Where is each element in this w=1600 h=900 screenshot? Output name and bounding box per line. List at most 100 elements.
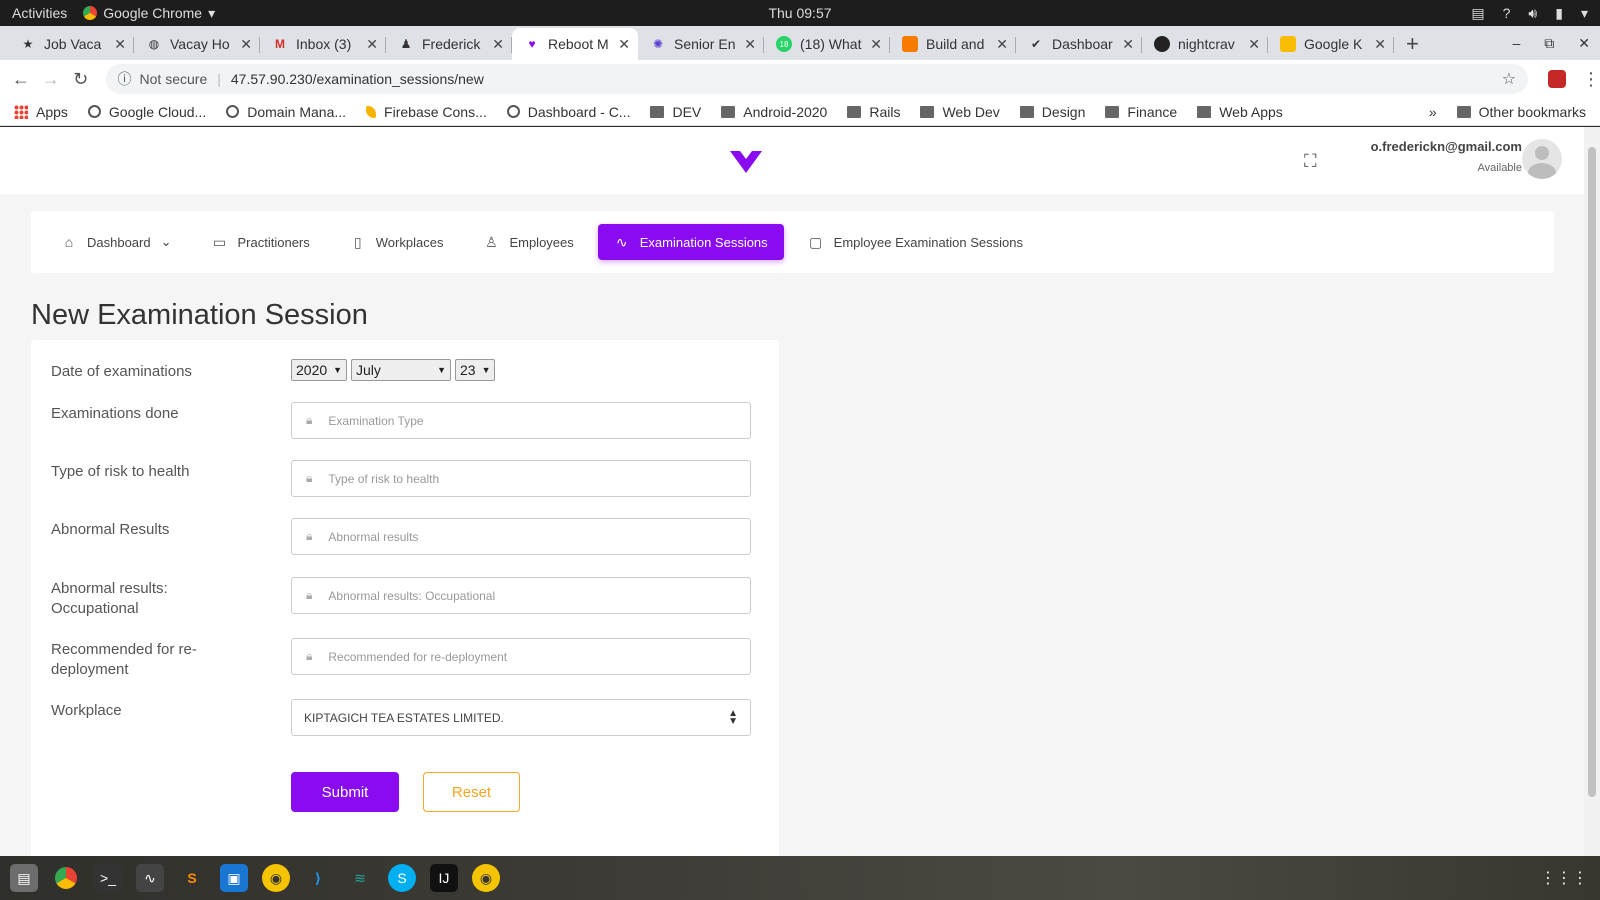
browser-tab[interactable]: ★ Job Vaca ✕ — [8, 28, 134, 60]
chevron-down-icon[interactable]: ▾ — [1581, 5, 1588, 22]
system-monitor-icon[interactable]: ∿ — [136, 864, 164, 892]
browser-tab[interactable]: 18 (18) What ✕ — [764, 28, 890, 60]
bookmark-folder[interactable]: Web Apps — [1197, 104, 1283, 120]
volume-icon[interactable]: 🔊︎ — [1528, 5, 1537, 22]
close-icon[interactable]: ✕ — [114, 36, 126, 53]
nav-workplaces[interactable]: ▯ Workplaces — [334, 224, 460, 260]
month-select[interactable]: July ▼ — [351, 359, 451, 381]
day-select[interactable]: 23 ▼ — [455, 359, 495, 381]
bookmark-folder[interactable]: Design — [1019, 104, 1085, 120]
bookmark-folder[interactable]: DEV — [650, 104, 701, 120]
taskbar: ▤ >_ ∿ S ▣ ◉ ⟩ ≋ S IJ ◉ ⋮⋮⋮ — [0, 856, 1600, 900]
bookmark-item[interactable]: Google Cloud... — [87, 104, 206, 120]
bookmark-item[interactable]: Dashboard - C... — [506, 104, 630, 120]
close-icon[interactable]: ✕ — [366, 36, 378, 53]
clock[interactable]: Thu 09:57 — [768, 5, 831, 21]
workplace-select[interactable]: KIPTAGICH TEA ESTATES LIMITED. ▲ ▼ — [291, 699, 751, 736]
system-tray[interactable]: ▤ ? 🔊︎ ▮ ▾ — [1471, 5, 1588, 22]
app-icon[interactable]: ≋ — [346, 864, 374, 892]
user-info[interactable]: o.frederickn@gmail.com Available — [1371, 139, 1522, 174]
show-apps-icon[interactable]: ⋮⋮⋮ — [1540, 868, 1588, 888]
battery-icon[interactable]: ▮ — [1555, 5, 1563, 22]
close-window-icon[interactable]: ✕ — [1578, 35, 1590, 52]
new-tab-button[interactable]: + — [1394, 28, 1431, 60]
bookmark-folder[interactable]: Rails — [847, 104, 900, 120]
close-icon[interactable]: ✕ — [1374, 36, 1386, 53]
address-bar[interactable]: ⓘ Not secure | 47.57.90.230/examination_… — [105, 64, 1529, 94]
nav-employee-examination-sessions[interactable]: ▢ Employee Examination Sessions — [792, 224, 1039, 260]
examination-type-input[interactable]: 🔒︎ Examination Type — [291, 402, 751, 439]
nav-examination-sessions[interactable]: ∿ Examination Sessions — [597, 224, 784, 260]
browser-tab[interactable]: ✔ Dashboar ✕ — [1016, 28, 1142, 60]
reload-icon[interactable]: ↻ — [66, 69, 96, 90]
intellij-icon[interactable]: IJ — [430, 864, 458, 892]
close-icon[interactable]: ✕ — [240, 36, 252, 53]
close-icon[interactable]: ✕ — [1122, 36, 1134, 53]
abnormal-results-input[interactable]: 🔒︎ Abnormal results — [291, 518, 751, 555]
android-studio-icon[interactable]: ◉ — [472, 864, 500, 892]
nav-dashboard[interactable]: ⌂ Dashboard ⌄ — [61, 224, 188, 260]
terminal-icon[interactable]: >_ — [94, 864, 122, 892]
other-bookmarks[interactable]: Other bookmarks — [1456, 104, 1586, 120]
close-icon[interactable]: ✕ — [618, 36, 630, 53]
activities-button[interactable]: Activities — [0, 5, 79, 21]
url-text[interactable]: 47.57.90.230/examination_sessions/new — [231, 71, 484, 87]
browser-tab[interactable]: ♟ Frederick ✕ — [386, 28, 512, 60]
files-icon[interactable]: ▤ — [10, 864, 38, 892]
close-icon[interactable]: ✕ — [870, 36, 882, 53]
vscode-icon[interactable]: ⟩ — [304, 864, 332, 892]
bookmark-folder[interactable]: Android-2020 — [721, 104, 827, 120]
browser-tab[interactable]: M Inbox (3) ✕ — [260, 28, 386, 60]
close-icon[interactable]: ✕ — [744, 36, 756, 53]
fullscreen-icon[interactable]: ⛶ — [1304, 151, 1317, 172]
bookmark-item[interactable]: Domain Mana... — [226, 104, 346, 120]
browser-tab[interactable]: nightcrav ✕ — [1142, 28, 1268, 60]
browser-tab-active[interactable]: ♥ Reboot M ✕ — [512, 28, 638, 60]
app-menu[interactable]: Google Chrome ▾ — [79, 5, 215, 22]
nav-employees[interactable]: ♙ Employees — [467, 224, 589, 260]
bookmark-item[interactable]: Firebase Cons... — [366, 104, 487, 120]
browser-tab[interactable]: Google K ✕ — [1268, 28, 1394, 60]
avatar[interactable] — [1522, 139, 1562, 179]
app-icon[interactable]: ▣ — [220, 864, 248, 892]
reset-button[interactable]: Reset — [423, 772, 520, 812]
forward-icon[interactable]: → — [36, 69, 66, 90]
minimize-icon[interactable]: – — [1512, 35, 1520, 51]
close-icon[interactable]: ✕ — [492, 36, 504, 53]
reboot-logo-icon[interactable] — [728, 147, 764, 175]
tray-menu-icon[interactable]: ▤ — [1471, 5, 1484, 22]
close-icon[interactable]: ✕ — [996, 36, 1008, 53]
monitor-icon: ▭ — [212, 233, 227, 250]
user-icon: ♟ — [400, 37, 412, 51]
redeployment-input[interactable]: 🔒︎ Recommended for re-deployment — [291, 638, 751, 675]
close-icon[interactable]: ✕ — [1248, 36, 1260, 53]
folder-icon — [1456, 105, 1471, 118]
bookmark-folder[interactable]: Web Dev — [920, 104, 1000, 120]
kebab-menu-icon[interactable]: ⋮ — [1582, 69, 1600, 90]
browser-tab[interactable]: ◍ Vacay Ho ✕ — [134, 28, 260, 60]
risk-to-health-input[interactable]: 🔒︎ Type of risk to health — [291, 460, 751, 497]
bookmark-apps[interactable]: Apps — [14, 104, 68, 120]
nav-practitioners[interactable]: ▭ Practitioners — [196, 224, 326, 260]
help-icon[interactable]: ? — [1503, 5, 1511, 21]
scrollbar-thumb[interactable] — [1588, 147, 1596, 797]
android-studio-icon[interactable]: ◉ — [262, 864, 290, 892]
star-icon[interactable]: ☆ — [1502, 69, 1516, 89]
bookmark-folder[interactable]: Finance — [1105, 104, 1177, 120]
globe-icon — [506, 105, 520, 118]
skype-icon[interactable]: S — [388, 864, 416, 892]
restore-icon[interactable]: ⧉ — [1544, 35, 1554, 52]
back-icon[interactable]: ← — [6, 69, 36, 90]
browser-tab[interactable]: ✺ Senior En ✕ — [638, 28, 764, 60]
submit-button[interactable]: Submit — [291, 772, 399, 812]
sublime-icon[interactable]: S — [178, 864, 206, 892]
abnormal-occupational-input[interactable]: 🔒︎ Abnormal results: Occupational — [291, 577, 751, 614]
year-select[interactable]: 2020 ▼ — [291, 359, 347, 381]
chrome-icon[interactable] — [52, 864, 80, 892]
security-status: Not secure — [139, 71, 208, 87]
bookmarks-overflow-button[interactable]: » — [1429, 104, 1437, 120]
page-scrollbar[interactable] — [1584, 127, 1600, 856]
browser-tab[interactable]: Build and ✕ — [890, 28, 1016, 60]
info-icon[interactable]: ⓘ — [118, 69, 132, 89]
extension-icon[interactable] — [1548, 70, 1567, 88]
